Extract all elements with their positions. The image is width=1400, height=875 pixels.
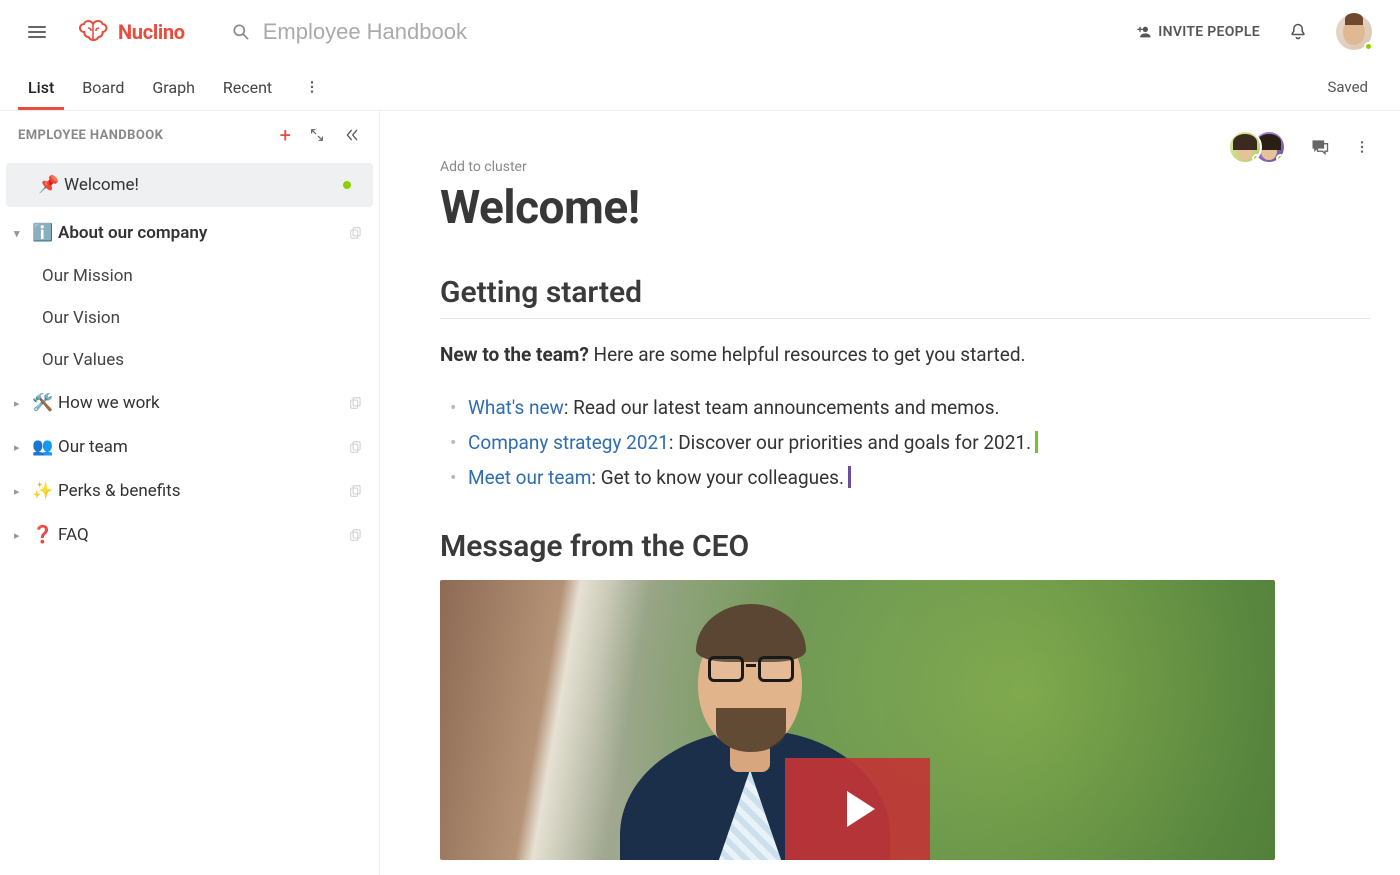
copy-icon[interactable]: [349, 528, 363, 542]
tab-board[interactable]: Board: [82, 68, 124, 107]
sidebar-item-label: Perks & benefits: [58, 481, 181, 501]
ceo-video[interactable]: [440, 580, 1275, 860]
sidebar-item-label: Our Vision: [42, 308, 120, 328]
sidebar-item-label: How we work: [58, 393, 160, 413]
search-icon[interactable]: [231, 22, 251, 42]
main: EMPLOYEE HANDBOOK + 📌 Welcome!: [0, 110, 1400, 875]
tools-icon: 🛠️: [32, 393, 52, 413]
tab-recent[interactable]: Recent: [223, 68, 272, 107]
play-button[interactable]: [785, 758, 930, 860]
section-getting-started[interactable]: Getting started: [440, 275, 1370, 319]
sidebar-item-label: Our team: [58, 437, 128, 457]
link-tail: : Discover our priorities and goals for …: [669, 431, 1031, 454]
collab-cursor-icon: [1035, 431, 1038, 453]
collapse-sidebar-button[interactable]: [343, 127, 361, 143]
sidebar-item-vision[interactable]: Our Vision: [42, 297, 379, 339]
sidebar-item-label: FAQ: [58, 525, 89, 545]
copy-icon[interactable]: [349, 396, 363, 410]
sidebar-item-label: Our Mission: [42, 266, 133, 286]
sparkle-icon: ✨: [32, 481, 52, 501]
brand[interactable]: Nuclino: [78, 20, 185, 44]
search-input[interactable]: [263, 19, 683, 45]
top-bar: Nuclino INVITE PEOPLE: [0, 0, 1400, 64]
sidebar-item-values[interactable]: Our Values: [42, 339, 379, 381]
sidebar-tree: 📌 Welcome! ▾ ℹ️ About our company Our Mi…: [0, 151, 379, 875]
play-icon: [847, 791, 875, 827]
sidebar-sub-about: Our Mission Our Vision Our Values: [0, 255, 379, 381]
workspace-name: EMPLOYEE HANDBOOK: [18, 128, 163, 143]
people-icon: 👥: [32, 437, 52, 457]
menu-button[interactable]: [28, 20, 52, 44]
sidebar-item-label: Our Values: [42, 350, 124, 370]
info-icon: ℹ️: [32, 223, 52, 243]
presence-dot-icon: [1252, 154, 1261, 163]
save-status: Saved: [1327, 78, 1368, 96]
copy-icon[interactable]: [349, 484, 363, 498]
content-toolbar: [440, 111, 1370, 165]
chevron-right-icon: ▸: [14, 441, 24, 454]
presence-dot-icon: [1276, 154, 1285, 163]
sidebar-header: EMPLOYEE HANDBOOK +: [0, 111, 379, 151]
link-whats-new[interactable]: What's new: [468, 396, 564, 419]
collaborator-avatar[interactable]: [1228, 130, 1262, 164]
invite-people-button[interactable]: INVITE PEOPLE: [1136, 24, 1260, 40]
link-tail: : Get to know your colleagues.: [591, 466, 844, 489]
search: [231, 19, 1137, 45]
sidebar-item-label: About our company: [58, 223, 207, 243]
question-icon: ❓: [32, 525, 52, 545]
intro-bold: New to the team?: [440, 343, 589, 366]
link-tail: : Read our latest team announcements and…: [564, 396, 1000, 419]
link-company-strategy[interactable]: Company strategy 2021: [468, 431, 669, 454]
notifications-button[interactable]: [1288, 22, 1308, 42]
section-ceo-message[interactable]: Message from the CEO: [440, 529, 1370, 564]
comments-button[interactable]: [1310, 137, 1330, 157]
sidebar: EMPLOYEE HANDBOOK + 📌 Welcome!: [0, 111, 380, 875]
resource-list: What's new: Read our latest team announc…: [440, 390, 1370, 495]
view-more-button[interactable]: [300, 75, 324, 99]
view-tabs: List Board Graph Recent: [28, 68, 324, 107]
intro-rest: Here are some helpful resources to get y…: [589, 343, 1026, 366]
sidebar-item-welcome[interactable]: 📌 Welcome!: [6, 163, 373, 207]
list-item[interactable]: What's new: Read our latest team announc…: [468, 390, 1370, 425]
add-item-button[interactable]: +: [280, 125, 291, 145]
brand-name: Nuclino: [118, 20, 185, 44]
intro-text[interactable]: New to the team? Here are some helpful r…: [440, 341, 1370, 370]
list-item[interactable]: Company strategy 2021: Discover our prio…: [468, 425, 1370, 460]
tab-list[interactable]: List: [28, 68, 54, 107]
copy-icon[interactable]: [349, 226, 363, 240]
collaborator-avatars: [1228, 130, 1286, 164]
brain-icon: [78, 20, 110, 44]
page-title[interactable]: Welcome!: [440, 181, 1370, 235]
copy-icon[interactable]: [349, 440, 363, 454]
chevron-down-icon: ▾: [14, 227, 24, 240]
pin-icon: 📌: [38, 175, 58, 195]
expand-tree-button[interactable]: [309, 127, 325, 143]
presence-dot-icon: [1364, 42, 1373, 51]
sidebar-item-about[interactable]: ▾ ℹ️ About our company: [0, 211, 379, 255]
link-meet-team[interactable]: Meet our team: [468, 466, 591, 489]
sidebar-item-ourteam[interactable]: ▸ 👥 Our team: [0, 425, 379, 469]
invite-label: INVITE PEOPLE: [1158, 24, 1260, 40]
presence-dot-icon: [343, 181, 351, 189]
tab-graph[interactable]: Graph: [152, 68, 195, 107]
page-more-button[interactable]: [1354, 139, 1370, 155]
chevron-right-icon: ▸: [14, 529, 24, 542]
collab-cursor-icon: [848, 466, 851, 488]
sidebar-item-howwework[interactable]: ▸ 🛠️ How we work: [0, 381, 379, 425]
content: Add to cluster Welcome! Getting started …: [380, 111, 1400, 875]
current-user-avatar[interactable]: [1336, 14, 1372, 50]
sidebar-item-label: Welcome!: [64, 175, 139, 195]
view-bar: List Board Graph Recent Saved: [0, 64, 1400, 110]
chevron-right-icon: ▸: [14, 485, 24, 498]
list-item[interactable]: Meet our team: Get to know your colleagu…: [468, 460, 1370, 495]
sidebar-item-faq[interactable]: ▸ ❓ FAQ: [0, 513, 379, 557]
chevron-right-icon: ▸: [14, 397, 24, 410]
sidebar-actions: +: [280, 125, 361, 145]
top-right: INVITE PEOPLE: [1136, 14, 1372, 50]
person-add-icon: [1136, 24, 1152, 40]
sidebar-item-mission[interactable]: Our Mission: [42, 255, 379, 297]
sidebar-item-perks[interactable]: ▸ ✨ Perks & benefits: [0, 469, 379, 513]
